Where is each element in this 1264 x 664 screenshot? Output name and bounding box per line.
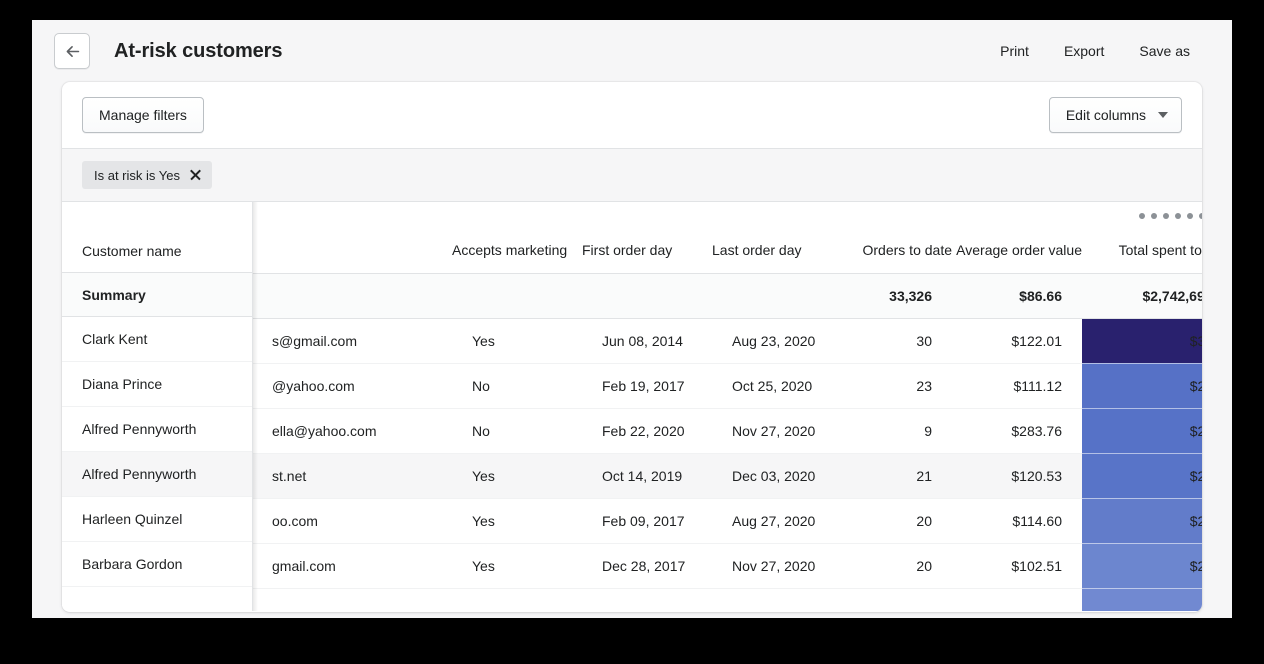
cell-first-order: Feb 09, 2017 bbox=[582, 498, 712, 544]
filter-chip-label: Is at risk is Yes bbox=[94, 167, 180, 183]
frozen-cell-customer-name[interactable] bbox=[62, 587, 252, 611]
cell-last-order bbox=[712, 588, 842, 611]
summary-marketing bbox=[452, 273, 582, 319]
back-button[interactable] bbox=[54, 33, 90, 69]
cell-total-spent: $2,291.95 bbox=[1082, 498, 1202, 544]
column-header-total[interactable]: Total spent to date bbox=[1082, 230, 1202, 274]
cell-email: s@gmail.com bbox=[252, 318, 452, 364]
cell-first-order: Jun 08, 2014 bbox=[582, 318, 712, 364]
summary-row: Summary 33,326 $86.66 $2,742,696.13 bbox=[62, 273, 1202, 319]
cell-orders: 20 bbox=[842, 543, 952, 589]
cell-last-order: Nov 27, 2020 bbox=[712, 408, 842, 454]
summary-last-order bbox=[712, 273, 842, 319]
cell-orders: 21 bbox=[842, 453, 952, 499]
cell-aov: $102.51 bbox=[952, 543, 1082, 589]
cell-total-spent: $2,050.12 bbox=[1082, 543, 1202, 589]
manage-filters-button[interactable]: Manage filters bbox=[82, 97, 204, 133]
cell-aov: $111.12 bbox=[952, 363, 1082, 409]
cell-email: oo.com bbox=[252, 498, 452, 544]
cell-total-spent: $2,531.17 bbox=[1082, 453, 1202, 499]
cell-marketing: No bbox=[452, 363, 582, 409]
arrow-left-icon bbox=[64, 43, 81, 60]
cell-last-order: Nov 27, 2020 bbox=[712, 543, 842, 589]
column-header-total-label: Total spent to date bbox=[1118, 242, 1202, 259]
cell-orders: 9 bbox=[842, 408, 952, 454]
cell-total-spent bbox=[1082, 588, 1202, 611]
cell-orders bbox=[842, 588, 952, 611]
cell-marketing: Yes bbox=[452, 453, 582, 499]
frozen-cell-customer-name[interactable]: Clark Kent bbox=[62, 317, 252, 362]
summary-aov: $86.66 bbox=[952, 273, 1082, 319]
summary-email bbox=[252, 273, 452, 319]
close-icon[interactable] bbox=[189, 169, 201, 181]
cell-aov: $120.53 bbox=[952, 453, 1082, 499]
cell-first-order bbox=[582, 588, 712, 611]
cell-email bbox=[252, 588, 452, 611]
column-header-marketing[interactable]: Accepts marketing bbox=[452, 230, 582, 274]
cell-last-order: Aug 23, 2020 bbox=[712, 318, 842, 364]
report-card: Manage filters Edit columns Is at risk i… bbox=[62, 82, 1202, 612]
cell-marketing: No bbox=[452, 408, 582, 454]
column-header-orders[interactable]: Orders to date bbox=[842, 230, 952, 274]
frozen-cell-customer-name[interactable]: Diana Prince bbox=[62, 362, 252, 407]
cell-email: @yahoo.com bbox=[252, 363, 452, 409]
cell-marketing: Yes bbox=[452, 318, 582, 364]
summary-orders: 33,326 bbox=[842, 273, 952, 319]
frozen-cell-customer-name[interactable]: Barbara Gordon bbox=[62, 542, 252, 587]
cell-orders: 20 bbox=[842, 498, 952, 544]
cell-email: gmail.com bbox=[252, 543, 452, 589]
cell-marketing bbox=[452, 588, 582, 611]
page-header: At-risk customers Print Export Save as bbox=[32, 20, 1232, 82]
column-overflow-row bbox=[62, 202, 1202, 230]
frozen-cell-customer-name[interactable]: Alfred Pennyworth bbox=[62, 452, 252, 497]
cell-aov bbox=[952, 588, 1082, 611]
table-scroll-region[interactable]: Customer name Accepts marketing First or… bbox=[62, 202, 1202, 611]
cell-last-order: Aug 27, 2020 bbox=[712, 498, 842, 544]
cell-last-order: Dec 03, 2020 bbox=[712, 453, 842, 499]
page-title: At-risk customers bbox=[114, 39, 283, 62]
cell-first-order: Dec 28, 2017 bbox=[582, 543, 712, 589]
column-header-row: Customer name Accepts marketing First or… bbox=[62, 230, 1202, 274]
filter-chip-is-at-risk[interactable]: Is at risk is Yes bbox=[82, 161, 212, 189]
summary-total: $2,742,696.13 bbox=[1082, 273, 1202, 319]
cell-aov: $283.76 bbox=[952, 408, 1082, 454]
chevron-down-icon bbox=[1158, 112, 1168, 118]
cell-first-order: Oct 14, 2019 bbox=[582, 453, 712, 499]
cell-aov: $122.01 bbox=[952, 318, 1082, 364]
cell-last-order: Oct 25, 2020 bbox=[712, 363, 842, 409]
frozen-cell-customer-name[interactable]: Alfred Pennyworth bbox=[62, 407, 252, 452]
column-header-last-order[interactable]: Last order day bbox=[712, 230, 842, 274]
cell-first-order: Feb 22, 2020 bbox=[582, 408, 712, 454]
column-header-aov[interactable]: Average order value bbox=[952, 230, 1082, 274]
save-as-action[interactable]: Save as bbox=[1137, 39, 1192, 63]
table-head: Customer name Accepts marketing First or… bbox=[62, 202, 1202, 274]
applied-filters-bar: Is at risk is Yes bbox=[62, 148, 1202, 202]
filter-toolbar: Manage filters Edit columns bbox=[62, 82, 1202, 148]
cell-total-spent: $2,553.87 bbox=[1082, 408, 1202, 454]
cell-marketing: Yes bbox=[452, 543, 582, 589]
cell-first-order: Feb 19, 2017 bbox=[582, 363, 712, 409]
summary-first-order bbox=[582, 273, 712, 319]
cell-total-spent: $2,555.79 bbox=[1082, 363, 1202, 409]
column-header-first-order[interactable]: First order day bbox=[582, 230, 712, 274]
cell-email: st.net bbox=[252, 453, 452, 499]
cell-aov: $114.60 bbox=[952, 498, 1082, 544]
screen: At-risk customers Print Export Save as M… bbox=[0, 0, 1264, 664]
column-header-email[interactable] bbox=[252, 230, 452, 274]
loading-dots-icon bbox=[62, 202, 1202, 230]
edit-columns-label: Edit columns bbox=[1065, 107, 1146, 123]
cell-marketing: Yes bbox=[452, 498, 582, 544]
print-action[interactable]: Print bbox=[998, 39, 1031, 63]
app-viewport: At-risk customers Print Export Save as M… bbox=[32, 20, 1232, 618]
frozen-cell-customer-name[interactable]: Harleen Quinzel bbox=[62, 497, 252, 542]
cell-email: ella@yahoo.com bbox=[252, 408, 452, 454]
export-action[interactable]: Export bbox=[1062, 39, 1106, 63]
column-header-name[interactable]: Customer name bbox=[62, 230, 252, 274]
edit-columns-button[interactable]: Edit columns bbox=[1048, 97, 1182, 133]
summary-label: Summary bbox=[62, 273, 252, 319]
cell-orders: 23 bbox=[842, 363, 952, 409]
cell-total-spent: $3,660.22 bbox=[1082, 318, 1202, 364]
cell-orders: 30 bbox=[842, 318, 952, 364]
header-actions: Print Export Save as bbox=[998, 39, 1192, 63]
